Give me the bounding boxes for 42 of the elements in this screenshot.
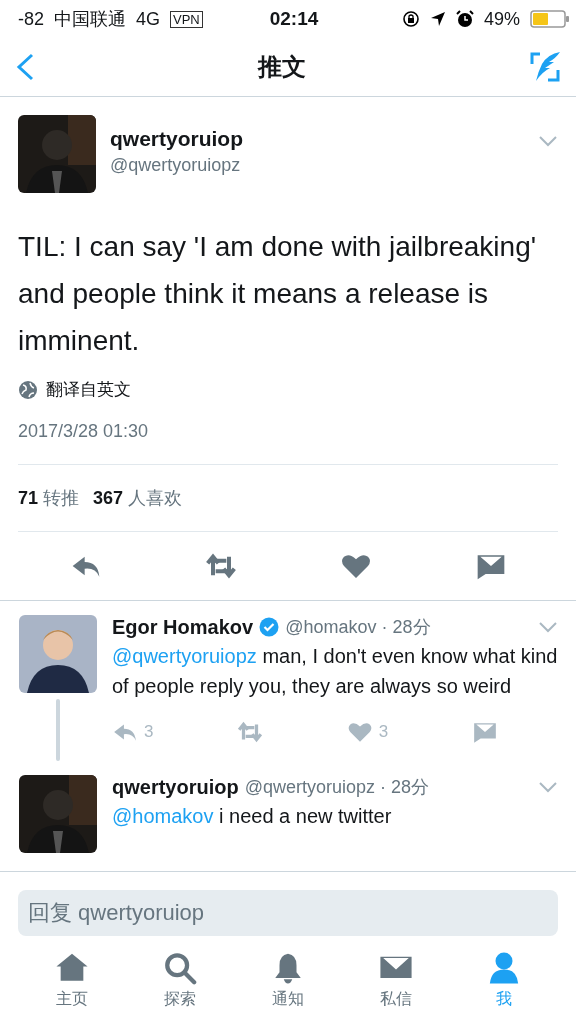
clock: 02:14: [269, 8, 319, 30]
carrier-name: 中国联通: [54, 8, 126, 31]
author-handle: @qwertyoruiopz: [110, 155, 242, 176]
person-icon: [487, 950, 521, 985]
engagement-count[interactable]: 367 人喜欢: [93, 486, 183, 510]
tab-bar-item[interactable]: 探索: [140, 949, 220, 1011]
battery-percentage: 49%: [484, 8, 520, 30]
tab-bar-item[interactable]: 主页: [32, 949, 112, 1011]
vpn-indicator: VPN: [170, 10, 203, 28]
reply-input-field[interactable]: 回复 qwertyoruiop: [18, 890, 558, 936]
tweet-timestamp: 2017/3/28 01:30: [18, 421, 150, 442]
rotation-lock-icon: [402, 10, 420, 28]
mention-link[interactable]: @qwertyoruiopz: [112, 645, 257, 667]
page-title: 推文: [258, 52, 306, 82]
tab-bar-item[interactable]: 我: [464, 949, 544, 1011]
engagement-count[interactable]: 71 转推: [18, 486, 80, 510]
compose-button[interactable]: [528, 50, 562, 84]
reply-text: @homakov i need a new twitter: [112, 804, 393, 829]
network-type: 4G: [136, 8, 161, 30]
reply-handle-time: @qwertyoruiopz · 28分: [244, 776, 431, 799]
retweet-button[interactable]: [237, 719, 264, 745]
retweet-icon: [237, 719, 264, 745]
battery-icon: [530, 9, 570, 29]
tab-bar-item[interactable]: 私信: [356, 949, 436, 1011]
globe-icon: [18, 379, 38, 400]
location-arrow-icon: [430, 11, 446, 27]
alarm-clock-icon: [456, 10, 474, 28]
translate-link[interactable]: 翻译自英文: [46, 378, 131, 401]
reply-handle-time: @homakov · 28分: [285, 616, 432, 639]
mention-link[interactable]: @homakov: [112, 805, 214, 827]
chevron-down-icon[interactable]: [538, 781, 558, 793]
tweet-text: TIL: I can say 'I am done with jailbreaking' and people think it means a release is imminent.: [18, 230, 538, 358]
reply-text: @qwertyoruiopz man, I don't even know what kind of people reply you, they are always so weird: [112, 644, 558, 699]
reply-author-name: Egor Homakov: [112, 615, 254, 639]
signal-strength: -82: [18, 8, 44, 30]
chevron-down-icon[interactable]: [538, 621, 558, 633]
tab-bar-item[interactable]: 通知: [248, 949, 328, 1011]
author-name: qwertyoruiop: [110, 127, 244, 151]
reply-author-name: qwertyoruiop: [112, 775, 239, 799]
search-icon: [163, 950, 197, 985]
chevron-down-icon[interactable]: [538, 135, 558, 147]
back-button[interactable]: [14, 52, 36, 82]
